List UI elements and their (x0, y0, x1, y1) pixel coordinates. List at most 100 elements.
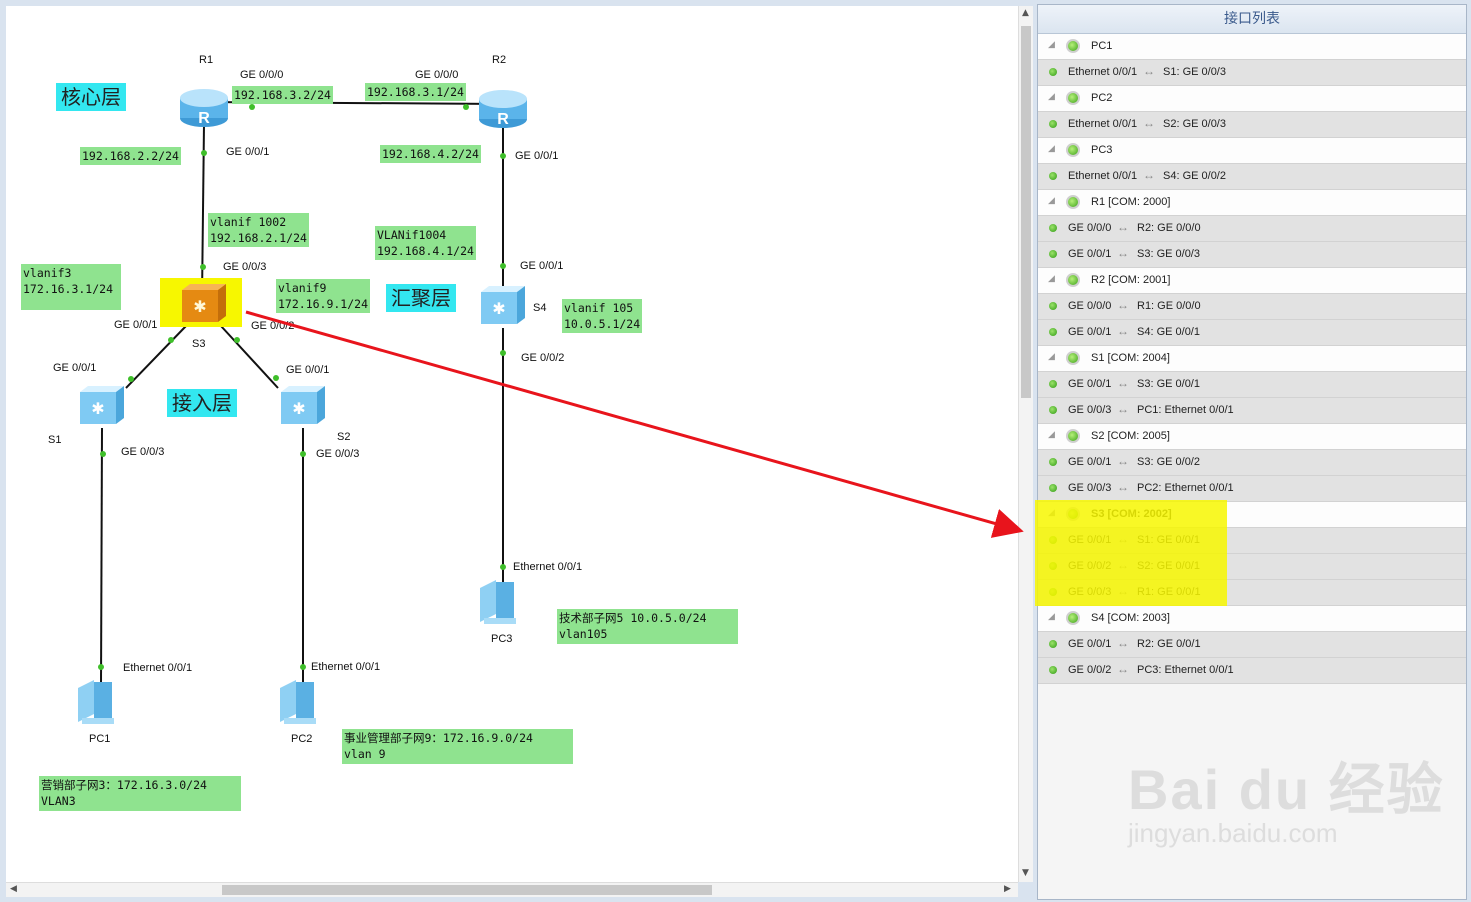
link-arrow-icon: ↔ (1143, 64, 1155, 78)
device-name: S4 [COM: 2003] (1091, 612, 1170, 624)
port-row[interactable]: Ethernet 0/0/1 ↔ S1: GE 0/0/3 (1038, 60, 1466, 86)
port-label-s2-ge003: GE 0/0/3 (316, 448, 360, 460)
access-layer-label: 接入层 (167, 389, 237, 417)
port-row[interactable]: Ethernet 0/0/1 ↔ S2: GE 0/0/3 (1038, 112, 1466, 138)
device-row[interactable]: ◢ PC2 (1038, 86, 1466, 112)
device-status-icon (1066, 143, 1080, 157)
vertical-scrollbar[interactable]: ▲ ▼ (1018, 6, 1033, 882)
port-row[interactable]: GE 0/0/0 ↔ R1: GE 0/0/0 (1038, 294, 1466, 320)
port-row[interactable]: Ethernet 0/0/1 ↔ S4: GE 0/0/2 (1038, 164, 1466, 190)
horizontal-scrollbar[interactable]: ◀ ▶ (6, 882, 1018, 897)
local-port: GE 0/0/3 (1068, 404, 1112, 416)
device-label-s2: S2 (337, 431, 351, 443)
scroll-up-icon[interactable]: ▲ (1022, 8, 1029, 18)
peer-port: S3: GE 0/0/2 (1137, 456, 1200, 468)
port-row[interactable]: GE 0/0/3 ↔ PC2: Ethernet 0/0/1 (1038, 476, 1466, 502)
port-status-icon (1049, 328, 1057, 336)
port-label-pc1-eth: Ethernet 0/0/1 (123, 662, 193, 674)
peer-port: S3: GE 0/0/3 (1137, 248, 1200, 260)
expand-triangle-icon[interactable]: ◢ (1048, 143, 1055, 154)
expand-triangle-icon[interactable]: ◢ (1048, 351, 1055, 362)
switch-s1-icon: ✱ (80, 386, 124, 424)
note-vlanif105: vlanif 105 10.0.5.1/24 (562, 299, 643, 333)
link-arrow-icon: ↔ (1117, 454, 1129, 468)
horizontal-scroll-thumb[interactable] (222, 885, 712, 895)
device-status-icon (1066, 273, 1080, 287)
local-port: GE 0/0/0 (1068, 300, 1112, 312)
expand-triangle-icon[interactable]: ◢ (1048, 273, 1055, 284)
port-row[interactable]: GE 0/0/3 ↔ PC1: Ethernet 0/0/1 (1038, 398, 1466, 424)
link-arrow-icon: ↔ (1117, 402, 1129, 416)
port-row[interactable]: GE 0/0/1 ↔ S3: GE 0/0/1 (1038, 372, 1466, 398)
device-status-icon (1066, 195, 1080, 209)
port-label-s1-ge003: GE 0/0/3 (121, 446, 165, 458)
peer-port: S3: GE 0/0/1 (1137, 378, 1200, 390)
svg-text:✱: ✱ (193, 297, 206, 316)
local-port: Ethernet 0/0/1 (1068, 66, 1138, 78)
port-row[interactable]: GE 0/0/1 ↔ S4: GE 0/0/1 (1038, 320, 1466, 346)
port-row[interactable]: GE 0/0/2 ↔ PC3: Ethernet 0/0/1 (1038, 658, 1466, 684)
device-row[interactable]: ◢ R2 [COM: 2001] (1038, 268, 1466, 294)
note-r1-ip-down: 192.168.2.2/24 (80, 147, 181, 165)
port-status-icon (1049, 68, 1057, 76)
local-port: GE 0/0/1 (1068, 378, 1112, 390)
router-r1-icon: R (180, 89, 228, 127)
scroll-right-icon[interactable]: ▶ (1004, 884, 1011, 894)
link-arrow-icon: ↔ (1117, 220, 1129, 234)
port-label-pc3-eth: Ethernet 0/0/1 (513, 561, 583, 573)
device-status-icon (1066, 429, 1080, 443)
port-status-icon (1049, 224, 1057, 232)
pc1-icon (78, 680, 114, 724)
port-status-icon (1049, 640, 1057, 648)
note-r2-ip-top: 192.168.3.1/24 (365, 83, 466, 101)
expand-triangle-icon[interactable]: ◢ (1048, 611, 1055, 622)
port-row[interactable]: GE 0/0/1 ↔ R2: GE 0/0/1 (1038, 632, 1466, 658)
port-label-s3-ge003: GE 0/0/3 (223, 261, 267, 273)
watermark-brand: Bai du 经验 (1128, 758, 1445, 821)
local-port: Ethernet 0/0/1 (1068, 118, 1138, 130)
note-vlanif1004: VLANif1004 192.168.4.1/24 (375, 226, 476, 260)
device-row[interactable]: ◢ S4 [COM: 2003] (1038, 606, 1466, 632)
scroll-left-icon[interactable]: ◀ (10, 884, 17, 894)
expand-triangle-icon[interactable]: ◢ (1048, 91, 1055, 102)
port-row[interactable]: GE 0/0/1 ↔ S3: GE 0/0/3 (1038, 242, 1466, 268)
switch-s4-icon: ✱ (481, 286, 525, 324)
device-row[interactable]: ◢ S2 [COM: 2005] (1038, 424, 1466, 450)
port-row[interactable]: GE 0/0/0 ↔ R2: GE 0/0/0 (1038, 216, 1466, 242)
switch-s2-icon: ✱ (281, 386, 325, 424)
expand-triangle-icon[interactable]: ◢ (1048, 429, 1055, 440)
expand-triangle-icon[interactable]: ◢ (1048, 195, 1055, 206)
svg-text:R: R (497, 111, 509, 128)
s3-highlight (1035, 500, 1227, 606)
link-arrow-icon: ↔ (1143, 168, 1155, 182)
port-status-icon (1049, 484, 1057, 492)
device-row[interactable]: ◢ PC1 (1038, 34, 1466, 60)
peer-port: S2: GE 0/0/3 (1163, 118, 1226, 130)
expand-triangle-icon[interactable]: ◢ (1048, 39, 1055, 50)
vertical-scroll-thumb[interactable] (1021, 26, 1031, 398)
port-status-icon (1049, 172, 1057, 180)
device-status-icon (1066, 611, 1080, 625)
local-port: GE 0/0/1 (1068, 248, 1112, 260)
device-label-pc1: PC1 (89, 733, 111, 745)
scroll-down-icon[interactable]: ▼ (1022, 868, 1029, 878)
device-row[interactable]: ◢ PC3 (1038, 138, 1466, 164)
device-name: R2 [COM: 2001] (1091, 274, 1171, 286)
port-label-r2-ge001: GE 0/0/1 (515, 150, 559, 162)
peer-port: S4: GE 0/0/1 (1137, 326, 1200, 338)
device-row[interactable]: ◢ R1 [COM: 2000] (1038, 190, 1466, 216)
port-status-icon (1049, 666, 1057, 674)
device-label-r1: R1 (199, 54, 214, 66)
device-name: PC2 (1091, 92, 1113, 104)
port-label-s4-ge002: GE 0/0/2 (521, 352, 565, 364)
panel-title: 接口列表 (1038, 5, 1466, 34)
device-row[interactable]: ◢ S1 [COM: 2004] (1038, 346, 1466, 372)
topology-canvas[interactable]: R R ✱ ✱ ✱ ✱ 核心层 汇聚层 接入层 R1 R2 S3 S4 S1 S… (6, 6, 1018, 882)
device-label-r2: R2 (492, 54, 507, 66)
port-label-s2-ge001: GE 0/0/1 (286, 364, 330, 376)
peer-port: R2: GE 0/0/1 (1137, 638, 1201, 650)
port-row[interactable]: GE 0/0/1 ↔ S3: GE 0/0/2 (1038, 450, 1466, 476)
device-label-pc3: PC3 (491, 633, 513, 645)
peer-port: PC3: Ethernet 0/0/1 (1137, 664, 1234, 676)
port-label-s4-ge001: GE 0/0/1 (520, 260, 564, 272)
